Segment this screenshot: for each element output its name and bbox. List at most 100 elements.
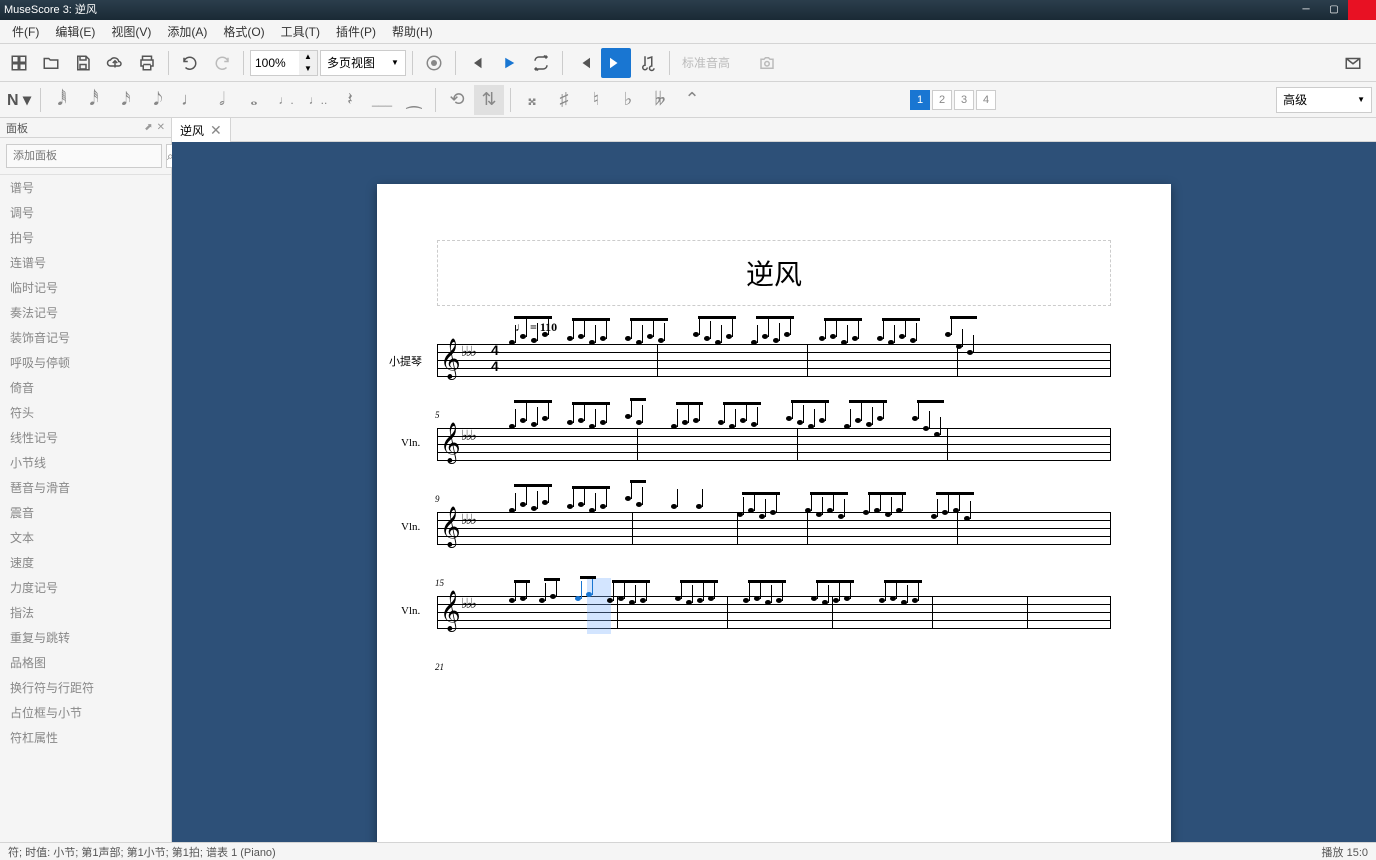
note[interactable] [964,516,970,521]
slur-button[interactable]: ⁔ [399,85,429,115]
note[interactable] [841,340,847,345]
note[interactable] [715,340,721,345]
note[interactable] [901,600,907,605]
palette-item[interactable]: 调号 [0,200,171,225]
note[interactable] [704,336,710,341]
note[interactable] [822,600,828,605]
note[interactable] [600,336,606,341]
sharp-button[interactable]: ♯ [549,85,579,115]
note[interactable] [531,506,537,511]
note[interactable] [776,598,782,603]
open-file-button[interactable] [36,48,66,78]
palette-item[interactable]: 临时记号 [0,275,171,300]
note[interactable] [912,598,918,603]
natural-button[interactable]: ♮ [581,85,611,115]
note[interactable] [697,598,703,603]
note[interactable] [751,422,757,427]
note[interactable] [838,514,844,519]
note[interactable] [520,502,526,507]
palette-item[interactable]: 谱号 [0,175,171,200]
note[interactable] [737,512,743,517]
note[interactable] [852,336,858,341]
note-half[interactable]: 𝅗𝅥 [207,85,237,115]
double-sharp-button[interactable]: 𝄪 [517,85,547,115]
note[interactable] [931,514,937,519]
score-viewport[interactable]: 逆风 ♩ = 110 小提琴 𝄞 ♭♭♭ 44 5 [172,142,1376,842]
note[interactable] [726,334,732,339]
note[interactable] [923,426,929,431]
note[interactable] [890,596,896,601]
note[interactable] [899,334,905,339]
score-page[interactable]: 逆风 ♩ = 110 小提琴 𝄞 ♭♭♭ 44 5 [377,184,1171,842]
note[interactable] [885,512,891,517]
print-button[interactable] [132,48,162,78]
note[interactable] [708,596,714,601]
note[interactable] [912,416,918,421]
note[interactable] [531,338,537,343]
swap-button[interactable]: ⇅ [474,85,504,115]
palette-item[interactable]: 震音 [0,500,171,525]
note-double-dot[interactable]: ♩.. [303,85,333,115]
rest-button[interactable]: 𝄽 [335,85,365,115]
note-whole[interactable]: 𝅝 [239,85,269,115]
zoom-input[interactable] [251,56,299,70]
note[interactable] [578,502,584,507]
note[interactable] [759,514,765,519]
palette-item[interactable]: 琶音与滑音 [0,475,171,500]
note[interactable] [762,334,768,339]
note[interactable] [718,420,724,425]
note[interactable] [607,598,613,603]
loop-button[interactable] [526,48,556,78]
note[interactable] [600,420,606,425]
note[interactable] [520,596,526,601]
menu-tools[interactable]: 工具(T) [273,20,328,44]
note[interactable] [811,596,817,601]
note[interactable] [686,600,692,605]
note[interactable] [740,418,746,423]
note[interactable] [693,418,699,423]
metronome-button[interactable] [419,48,449,78]
note[interactable] [542,332,548,337]
loop-in-button[interactable] [569,48,599,78]
note[interactable] [509,340,515,345]
note[interactable] [520,418,526,423]
midi-input-button[interactable] [633,48,663,78]
note[interactable] [531,422,537,427]
menu-edit[interactable]: 编辑(E) [47,20,103,44]
flat-button[interactable]: ♭ [613,85,643,115]
undock-icon[interactable]: ⬈ [144,122,152,133]
note[interactable] [658,338,664,343]
note[interactable] [542,500,548,505]
note[interactable] [896,508,902,513]
note[interactable] [589,340,595,345]
note[interactable] [877,416,883,421]
palette-item[interactable]: 线性记号 [0,425,171,450]
note[interactable] [751,340,757,345]
note[interactable] [509,598,515,603]
note[interactable] [786,416,792,421]
redo-button[interactable] [207,48,237,78]
note[interactable] [830,334,836,339]
note[interactable] [671,424,677,429]
minimize-button[interactable]: ─ [1292,0,1320,20]
note[interactable] [640,598,646,603]
zoom-control[interactable]: ▲▼ [250,50,318,76]
level-select[interactable]: 高级▼ [1276,87,1372,113]
note[interactable] [844,596,850,601]
palette-item[interactable]: 指法 [0,600,171,625]
note[interactable] [754,596,760,601]
cloud-button[interactable] [100,48,130,78]
note[interactable] [682,420,688,425]
note[interactable] [844,424,850,429]
note[interactable] [819,418,825,423]
note[interactable] [945,332,951,337]
note[interactable] [618,596,624,601]
note[interactable] [942,510,948,515]
note[interactable] [629,600,635,605]
menu-plugins[interactable]: 插件(P) [328,20,384,44]
note[interactable] [696,504,702,509]
rewind-button[interactable] [462,48,492,78]
note[interactable] [808,424,814,429]
note[interactable] [953,508,959,513]
palette-search[interactable] [6,144,162,168]
